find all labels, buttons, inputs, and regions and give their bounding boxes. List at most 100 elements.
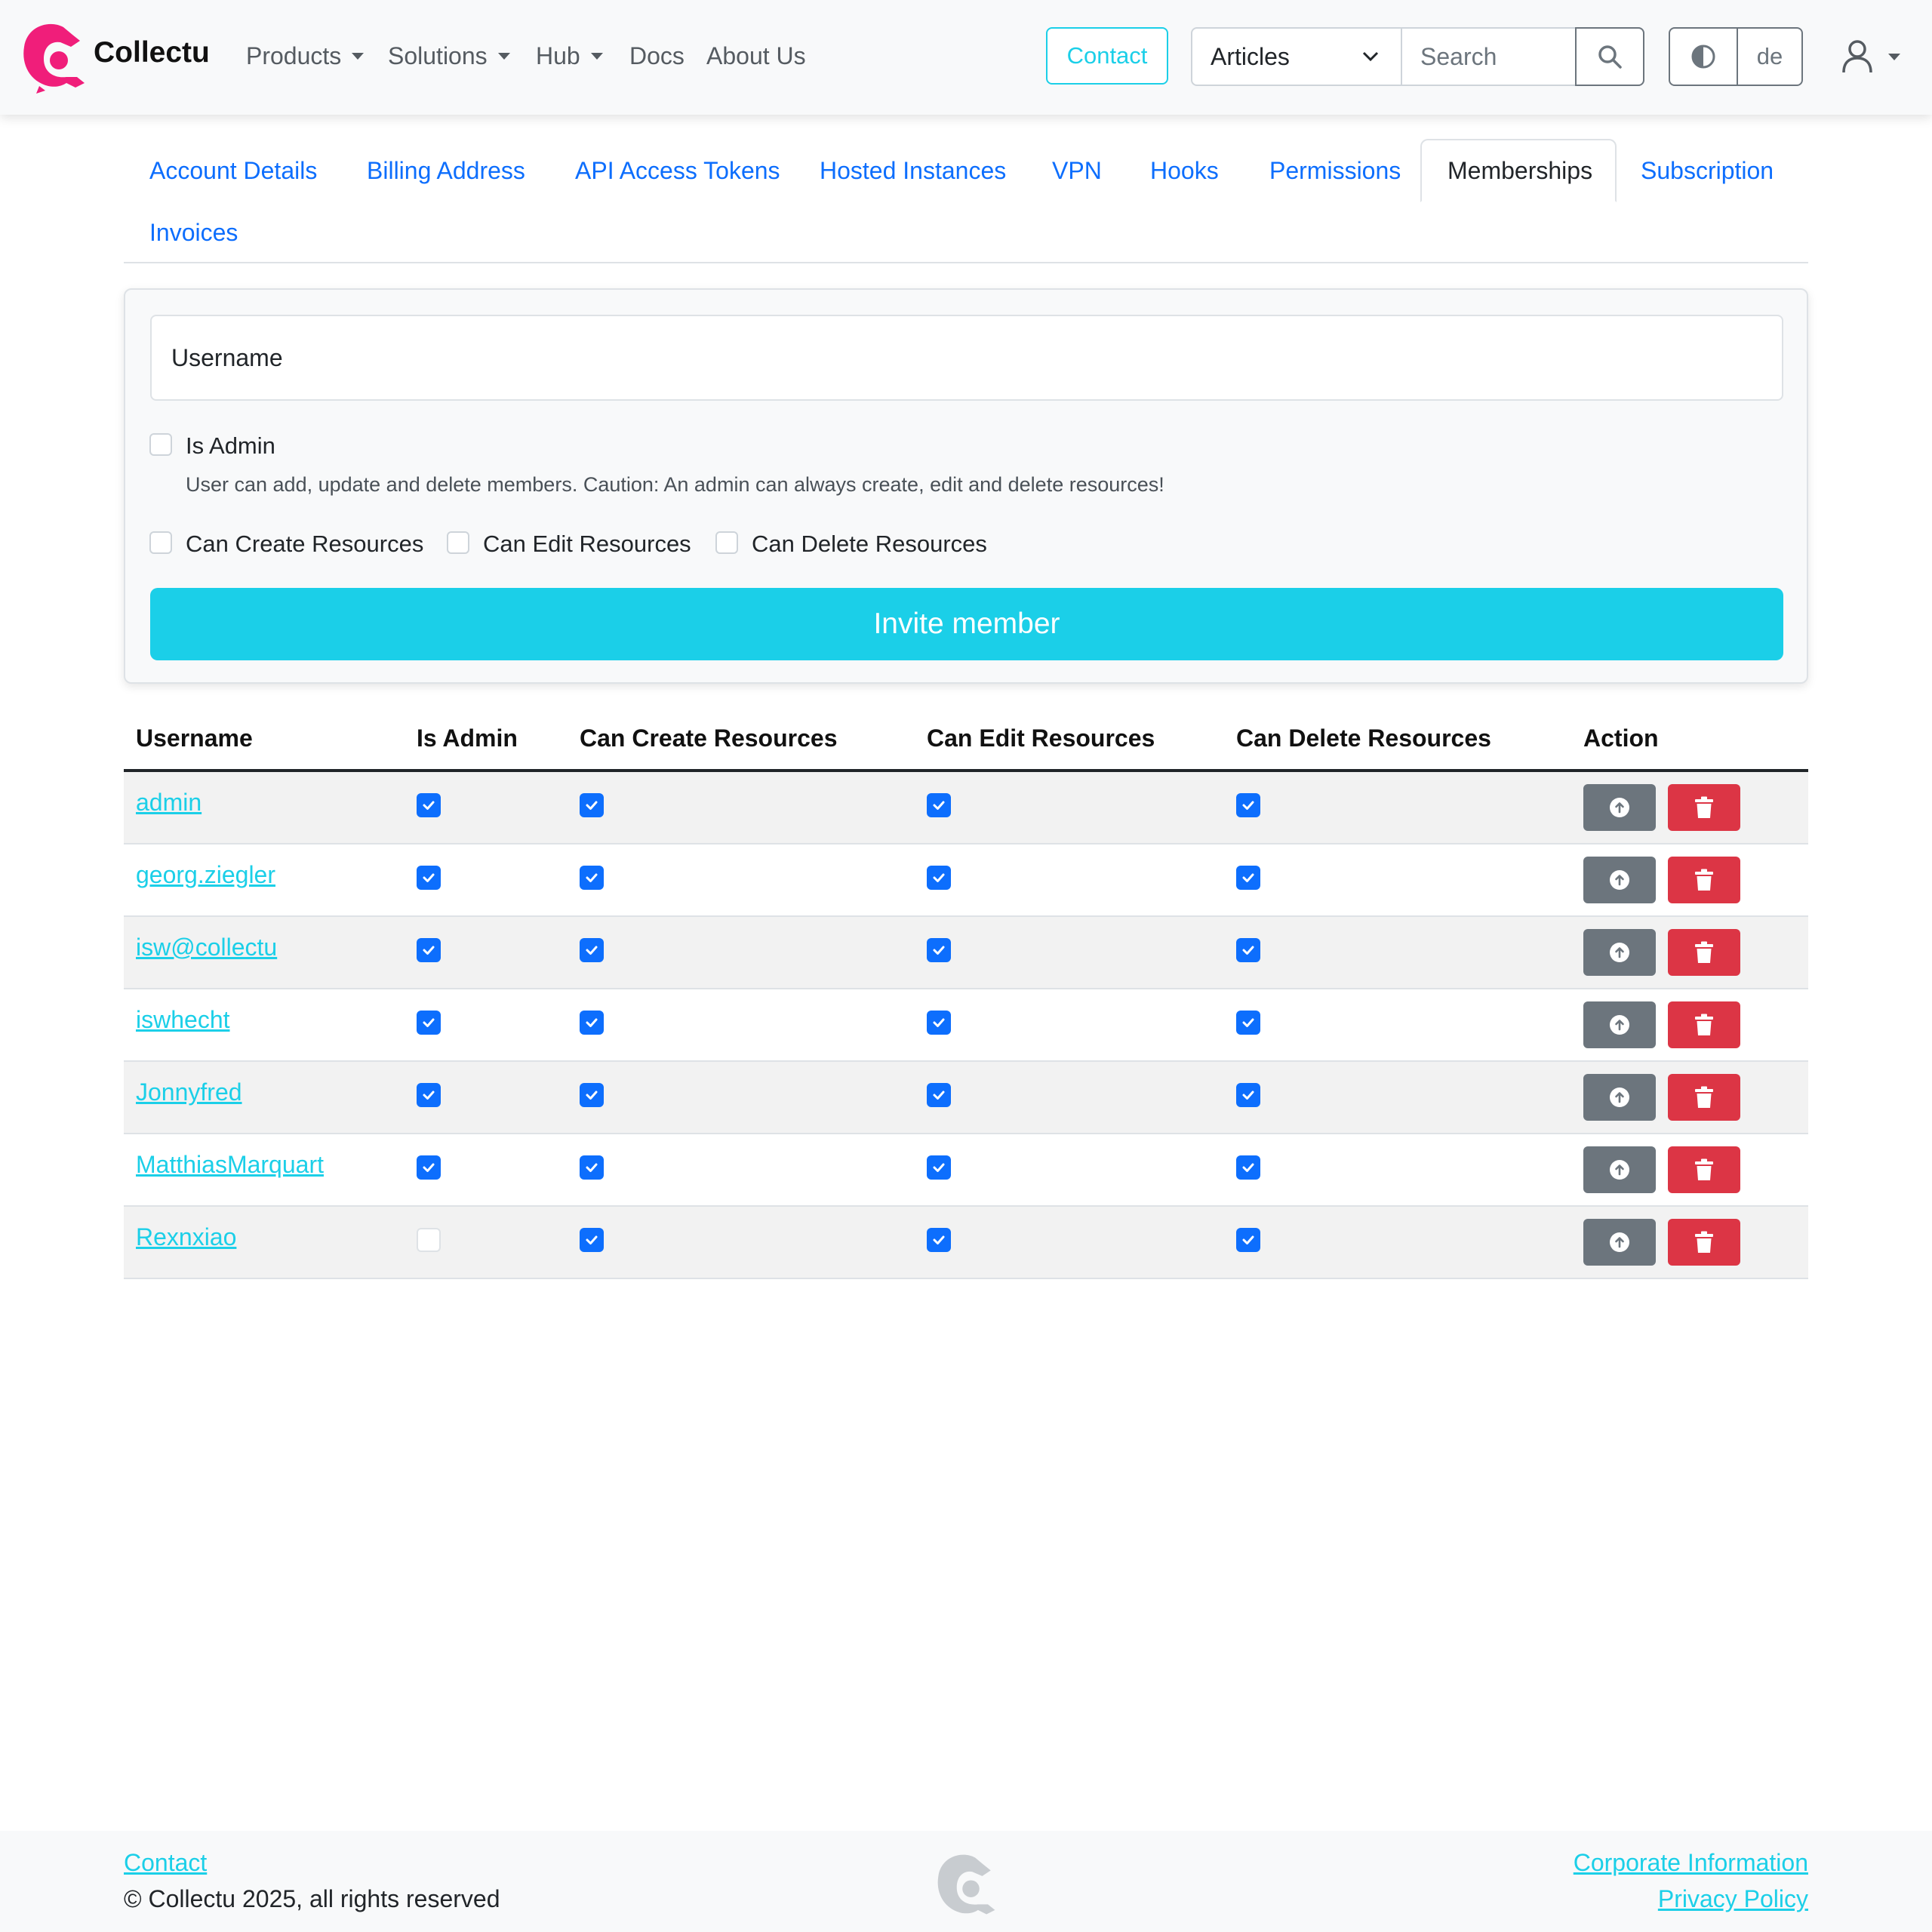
trash-icon xyxy=(1695,1014,1713,1035)
tab-permissions[interactable]: Permissions xyxy=(1244,139,1426,202)
promote-member-button[interactable] xyxy=(1583,784,1656,831)
arrow-up-circle-icon xyxy=(1610,798,1629,817)
tab-hosted-instances[interactable]: Hosted Instances xyxy=(794,139,1032,202)
column-header-action: Action xyxy=(1583,724,1659,752)
delete-member-button[interactable] xyxy=(1668,1219,1740,1266)
tab-invoices[interactable]: Invoices xyxy=(124,201,263,264)
search-button[interactable] xyxy=(1575,27,1644,86)
tab-vpn[interactable]: VPN xyxy=(1026,139,1128,202)
table-row: MatthiasMarquart xyxy=(124,1134,1808,1207)
can-edit-checkbox[interactable] xyxy=(927,1155,951,1180)
search-category-select[interactable]: Articles xyxy=(1192,29,1402,85)
promote-member-button[interactable] xyxy=(1583,1074,1656,1121)
theme-toggle-button[interactable] xyxy=(1670,29,1738,85)
footer-corporate-information-link[interactable]: Corporate Information xyxy=(1574,1849,1808,1877)
search-input[interactable]: Search xyxy=(1402,29,1576,85)
contact-button[interactable]: Contact xyxy=(1046,27,1168,85)
can-create-checkbox[interactable] xyxy=(149,531,172,554)
can-edit-checkbox[interactable] xyxy=(927,1228,951,1252)
can-edit-checkbox[interactable] xyxy=(927,1083,951,1107)
can-create-checkbox[interactable] xyxy=(580,1083,604,1107)
column-header-can-delete: Can Delete Resources xyxy=(1236,724,1491,752)
delete-member-button[interactable] xyxy=(1668,1074,1740,1121)
promote-member-button[interactable] xyxy=(1583,929,1656,976)
can-edit-checkbox[interactable] xyxy=(927,1011,951,1035)
nav-solutions[interactable]: Solutions xyxy=(388,42,510,70)
brand-name[interactable]: Collectu xyxy=(94,36,210,69)
nav-docs[interactable]: Docs xyxy=(629,42,685,70)
is-admin-checkbox[interactable] xyxy=(149,433,172,456)
can-delete-checkbox[interactable] xyxy=(1236,1011,1260,1035)
table-row: georg.ziegler xyxy=(124,844,1808,917)
delete-member-button[interactable] xyxy=(1668,784,1740,831)
promote-member-button[interactable] xyxy=(1583,1001,1656,1048)
tab-hooks[interactable]: Hooks xyxy=(1124,139,1244,202)
member-username-link[interactable]: Rexnxiao xyxy=(136,1223,236,1251)
can-edit-checkbox[interactable] xyxy=(447,531,469,554)
promote-member-button[interactable] xyxy=(1583,857,1656,903)
delete-member-button[interactable] xyxy=(1668,1146,1740,1193)
member-username-link[interactable]: isw@collectu xyxy=(136,934,277,961)
footer-privacy-policy-link[interactable]: Privacy Policy xyxy=(1658,1885,1808,1913)
member-username-link[interactable]: admin xyxy=(136,789,202,817)
is-admin-checkbox[interactable] xyxy=(417,1083,441,1107)
nav-solutions-label: Solutions xyxy=(388,42,488,69)
can-create-checkbox[interactable] xyxy=(580,1228,604,1252)
can-delete-checkbox[interactable] xyxy=(1236,1083,1260,1107)
member-username-link[interactable]: georg.ziegler xyxy=(136,861,275,889)
invite-member-button[interactable]: Invite member xyxy=(150,588,1783,660)
tab-memberships[interactable]: Memberships xyxy=(1420,139,1617,202)
member-username-link[interactable]: MatthiasMarquart xyxy=(136,1151,324,1179)
is-admin-checkbox[interactable] xyxy=(417,1155,441,1180)
nav-hub-label: Hub xyxy=(536,42,580,69)
is-admin-checkbox[interactable] xyxy=(417,938,441,962)
user-menu[interactable] xyxy=(1841,39,1900,74)
tab-api-access-tokens[interactable]: API Access Tokens xyxy=(549,139,806,202)
tab-subscription[interactable]: Subscription xyxy=(1615,139,1799,202)
can-edit-checkbox[interactable] xyxy=(927,866,951,890)
can-create-checkbox[interactable] xyxy=(580,793,604,817)
delete-member-button[interactable] xyxy=(1668,929,1740,976)
tabs-divider xyxy=(124,262,1808,263)
is-admin-checkbox[interactable] xyxy=(417,1011,441,1035)
delete-member-button[interactable] xyxy=(1668,857,1740,903)
nav-hub[interactable]: Hub xyxy=(536,42,603,70)
nav-about-us[interactable]: About Us xyxy=(706,42,806,70)
member-username-link[interactable]: iswhecht xyxy=(136,1006,230,1034)
can-delete-checkbox[interactable] xyxy=(715,531,738,554)
column-header-can-edit: Can Edit Resources xyxy=(927,724,1155,752)
footer-contact-link[interactable]: Contact xyxy=(124,1849,207,1877)
table-row: isw@collectu xyxy=(124,917,1808,989)
can-delete-checkbox[interactable] xyxy=(1236,793,1260,817)
is-admin-label: Is Admin xyxy=(186,432,275,459)
can-delete-checkbox[interactable] xyxy=(1236,1228,1260,1252)
member-username-link[interactable]: Jonnyfred xyxy=(136,1078,242,1106)
can-delete-checkbox[interactable] xyxy=(1236,1155,1260,1180)
arrow-up-circle-icon xyxy=(1610,943,1629,962)
user-icon xyxy=(1842,40,1872,73)
promote-member-button[interactable] xyxy=(1583,1219,1656,1266)
can-create-checkbox[interactable] xyxy=(580,1155,604,1180)
can-delete-checkbox[interactable] xyxy=(1236,866,1260,890)
column-header-can-create: Can Create Resources xyxy=(580,724,838,752)
is-admin-checkbox[interactable] xyxy=(417,1228,441,1252)
can-create-checkbox[interactable] xyxy=(580,866,604,890)
can-delete-checkbox[interactable] xyxy=(1236,938,1260,962)
can-create-checkbox[interactable] xyxy=(580,938,604,962)
is-admin-checkbox[interactable] xyxy=(417,866,441,890)
can-edit-checkbox[interactable] xyxy=(927,793,951,817)
tab-account-details[interactable]: Account Details xyxy=(124,139,343,202)
nav-docs-label: Docs xyxy=(629,42,685,69)
username-input[interactable]: Username xyxy=(150,315,1783,401)
is-admin-checkbox[interactable] xyxy=(417,793,441,817)
search-icon xyxy=(1598,45,1622,69)
collectu-logo[interactable] xyxy=(17,18,89,95)
promote-member-button[interactable] xyxy=(1583,1146,1656,1193)
tab-billing-address[interactable]: Billing Address xyxy=(341,139,551,202)
can-edit-checkbox[interactable] xyxy=(927,938,951,962)
delete-member-button[interactable] xyxy=(1668,1001,1740,1048)
language-button[interactable]: de xyxy=(1738,29,1801,85)
can-create-checkbox[interactable] xyxy=(580,1011,604,1035)
nav-products[interactable]: Products xyxy=(246,42,365,70)
table-row: admin xyxy=(124,772,1808,844)
